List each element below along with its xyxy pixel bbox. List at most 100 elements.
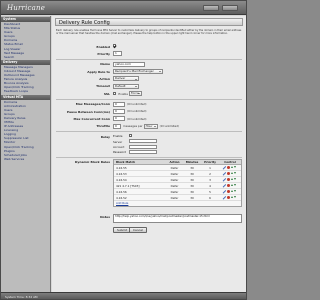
- move-up-icon[interactable]: [230, 172, 233, 175]
- move-up-icon[interactable]: [230, 184, 233, 187]
- row-controls: [219, 171, 241, 176]
- apply-rule-select[interactable]: Recipient's Mail Exchanger: [113, 68, 163, 74]
- relay-label: Relay: [100, 134, 110, 139]
- priority-cell: 6: [209, 195, 211, 200]
- notes-row: Notes http://help.yahoo.com/l/us/yahoo/m…: [56, 213, 242, 225]
- dynamic-block-rules-label: Dynamic Block Rules: [74, 160, 110, 165]
- relay-field-input[interactable]: [129, 149, 157, 154]
- block-match-cell: 4.16.54: [116, 177, 127, 182]
- relay-field-label: Account: [113, 145, 125, 150]
- add-rule-link[interactable]: Add Rule: [114, 201, 241, 206]
- max-concurrent-input[interactable]: 0: [113, 116, 125, 122]
- sidebar-item[interactable]: Feedback Loops: [1, 89, 50, 93]
- relay-field-label: Enable: [113, 134, 123, 139]
- header-buttons: [203, 5, 238, 11]
- col-minutes: Minutes: [185, 160, 199, 165]
- timeout-select[interactable]: Default: [113, 83, 139, 89]
- action-select[interactable]: Deliver: [113, 76, 139, 82]
- minutes-cell: 30: [190, 165, 194, 170]
- col-action: Action: [169, 160, 180, 165]
- priority-cell: 2: [209, 171, 211, 176]
- block-match-cell: 421 4.7.1 [TS03]: [116, 183, 140, 188]
- move-down-icon[interactable]: [233, 196, 236, 199]
- move-up-icon[interactable]: [230, 178, 233, 181]
- move-down-icon[interactable]: [233, 178, 236, 181]
- max-concurrent-label: Max Concurrent Conn: [73, 117, 110, 122]
- relay-fields: Enable Server Account Password: [113, 133, 193, 155]
- ssl-row: SSL Enable Force: [56, 90, 242, 97]
- cancel-button[interactable]: Cancel: [129, 227, 147, 233]
- ssl-enable-checkbox[interactable]: [113, 91, 117, 96]
- throttle-input[interactable]: 0: [113, 123, 121, 129]
- minutes-cell: 30: [190, 183, 194, 188]
- timeout-row: Timeout Default: [56, 83, 242, 90]
- action-cell: Defer: [170, 171, 179, 176]
- sidebar: System Dashboard Mta Status Users Groups Doma…: [1, 16, 51, 292]
- relay-field-input[interactable]: [129, 144, 157, 149]
- delete-icon[interactable]: [226, 183, 230, 187]
- move-down-icon[interactable]: [233, 184, 236, 187]
- action-cell: Defer: [170, 165, 179, 170]
- priority-input[interactable]: 1: [113, 51, 122, 57]
- row-controls: [219, 165, 241, 170]
- col-priority: Priority: [204, 160, 216, 165]
- notes-textarea[interactable]: http://help.yahoo.com/l/us/yahoo/mail/po…: [113, 213, 242, 223]
- max-messages-input[interactable]: 0: [113, 101, 125, 107]
- move-up-icon[interactable]: [230, 166, 233, 169]
- action-cell: Defer: [170, 177, 179, 182]
- priority-cell: 4: [209, 183, 211, 188]
- row-controls: [219, 189, 241, 194]
- row-controls: [219, 183, 241, 188]
- divider: [56, 131, 242, 133]
- divider: [56, 157, 242, 159]
- action-row: Action Deliver: [56, 76, 242, 83]
- ssl-mode-select[interactable]: Force: [128, 91, 142, 97]
- enabled-label: Enabled: [96, 44, 110, 49]
- relay-enable-checkbox[interactable]: [129, 134, 133, 138]
- main-content: Delivery Rule Config Each delivery rule …: [52, 16, 246, 292]
- relay-field-input[interactable]: [129, 139, 157, 144]
- block-match-cell: 4.16.52: [116, 195, 127, 200]
- delivery-rule-form: Enabled Priority 1 Name yahoo.com Apply …: [56, 43, 242, 235]
- page-title: Delivery Rule Config: [55, 18, 243, 26]
- col-block-match: Block Match: [116, 160, 136, 164]
- row-controls: [219, 195, 241, 200]
- pause-input[interactable]: 0: [113, 108, 125, 114]
- delete-icon[interactable]: [226, 189, 230, 193]
- throttle-label: Throttle: [96, 124, 110, 129]
- col-control: Control: [224, 159, 236, 164]
- priority-cell: 5: [209, 189, 211, 194]
- delete-icon[interactable]: [226, 171, 230, 175]
- max-messages-label: Max Messages/Conn: [75, 102, 110, 107]
- pause-note: (0=unlimited): [127, 109, 147, 114]
- pause-row: Pause Between Conn(ms) 0 (0=unlimited): [56, 108, 242, 115]
- enabled-checkbox[interactable]: [113, 44, 117, 48]
- delete-icon[interactable]: [226, 165, 230, 169]
- relay-row: Relay Enable Server Account Password: [56, 133, 242, 156]
- table-body: 4.16.55 Defer 30 1 4.16.53 Defer 30 2 4.16.54 Def…: [114, 165, 241, 201]
- pause-label: Pause Between Conn(ms): [66, 109, 110, 114]
- timeout-label: Timeout: [96, 84, 110, 89]
- sidebar-item[interactable]: Search: [1, 55, 50, 59]
- minutes-cell: 30: [190, 195, 194, 200]
- throttle-period-select[interactable]: Hour: [143, 123, 158, 129]
- delete-icon[interactable]: [226, 177, 230, 181]
- move-up-icon[interactable]: [230, 190, 233, 193]
- apply-label: Apply Rule to: [87, 69, 110, 74]
- delete-icon[interactable]: [226, 195, 230, 199]
- sidebar-item[interactable]: Web Services: [1, 157, 50, 161]
- move-down-icon[interactable]: [233, 190, 236, 193]
- move-up-icon[interactable]: [230, 196, 233, 199]
- throttle-row: Throttle 0 messages per Hour (0=unlimite…: [56, 123, 242, 130]
- logout-button[interactable]: [222, 5, 238, 11]
- divider: [56, 58, 242, 60]
- move-down-icon[interactable]: [233, 172, 236, 175]
- name-input[interactable]: yahoo.com: [113, 61, 145, 67]
- intro-text: Each delivery rule enables Hurricane MTA…: [56, 29, 242, 36]
- system-time: System Time: 8:32 AM: [5, 294, 38, 299]
- move-down-icon[interactable]: [233, 166, 236, 169]
- priority-label: Priority: [97, 51, 110, 56]
- dynamic-block-rules-row: Dynamic Block Rules Block Match Action M…: [56, 159, 242, 211]
- help-button[interactable]: [203, 5, 219, 11]
- dynamic-block-rules-table: Block Match Action Minutes Priority Cont…: [113, 159, 242, 207]
